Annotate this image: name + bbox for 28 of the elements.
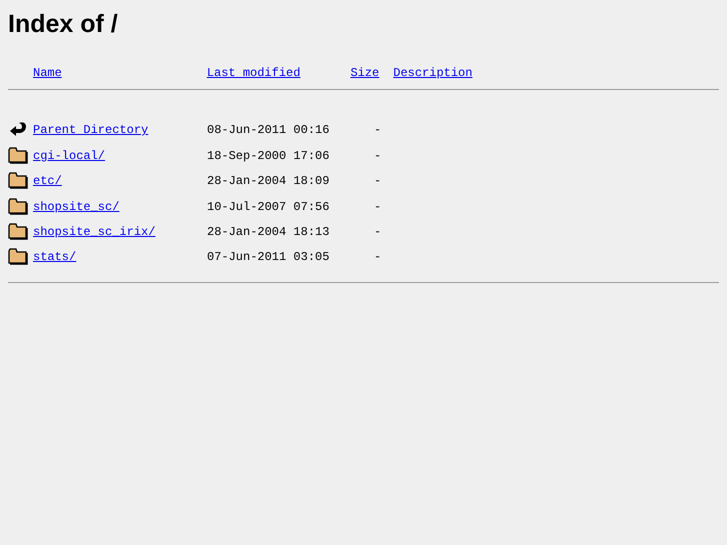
modified-date: 10-Jul-2007 07:56: [207, 198, 330, 216]
file-size: -: [374, 173, 382, 190]
modified-date: 28-Jan-2004 18:09: [207, 173, 330, 190]
directory-link[interactable]: shopsite_sc_irix/: [33, 224, 156, 239]
file-size: -: [374, 198, 382, 216]
file-size: -: [374, 122, 382, 140]
file-size: -: [374, 148, 382, 165]
last-modified-column-link[interactable]: Last modified: [206, 64, 300, 82]
size-column-link[interactable]: Size: [350, 64, 380, 82]
directory-link[interactable]: Parent Directory: [33, 123, 148, 138]
modified-date: 08-Jun-2011 00:16: [207, 122, 330, 140]
folder-icon: [8, 171, 28, 190]
name-column-link[interactable]: Name: [33, 64, 62, 82]
file-size: -: [374, 249, 382, 266]
folder-icon: [8, 247, 28, 266]
folder-icon: [8, 196, 28, 215]
modified-date: 18-Sep-2000 17:06: [207, 148, 330, 165]
page-title: Index of /: [8, 9, 118, 40]
modified-date: 28-Jan-2004 18:13: [207, 224, 330, 241]
folder-icon: [8, 146, 28, 164]
directory-link[interactable]: stats/: [33, 250, 76, 264]
directory-link[interactable]: shopsite_sc/: [33, 200, 120, 214]
directory-link[interactable]: cgi-local/: [33, 148, 106, 163]
description-column-link[interactable]: Description: [393, 64, 472, 82]
directory-link[interactable]: etc/: [33, 174, 62, 188]
folder-icon: [8, 222, 28, 240]
modified-date: 07-Jun-2011 03:05: [207, 249, 330, 266]
file-size: -: [374, 224, 382, 241]
